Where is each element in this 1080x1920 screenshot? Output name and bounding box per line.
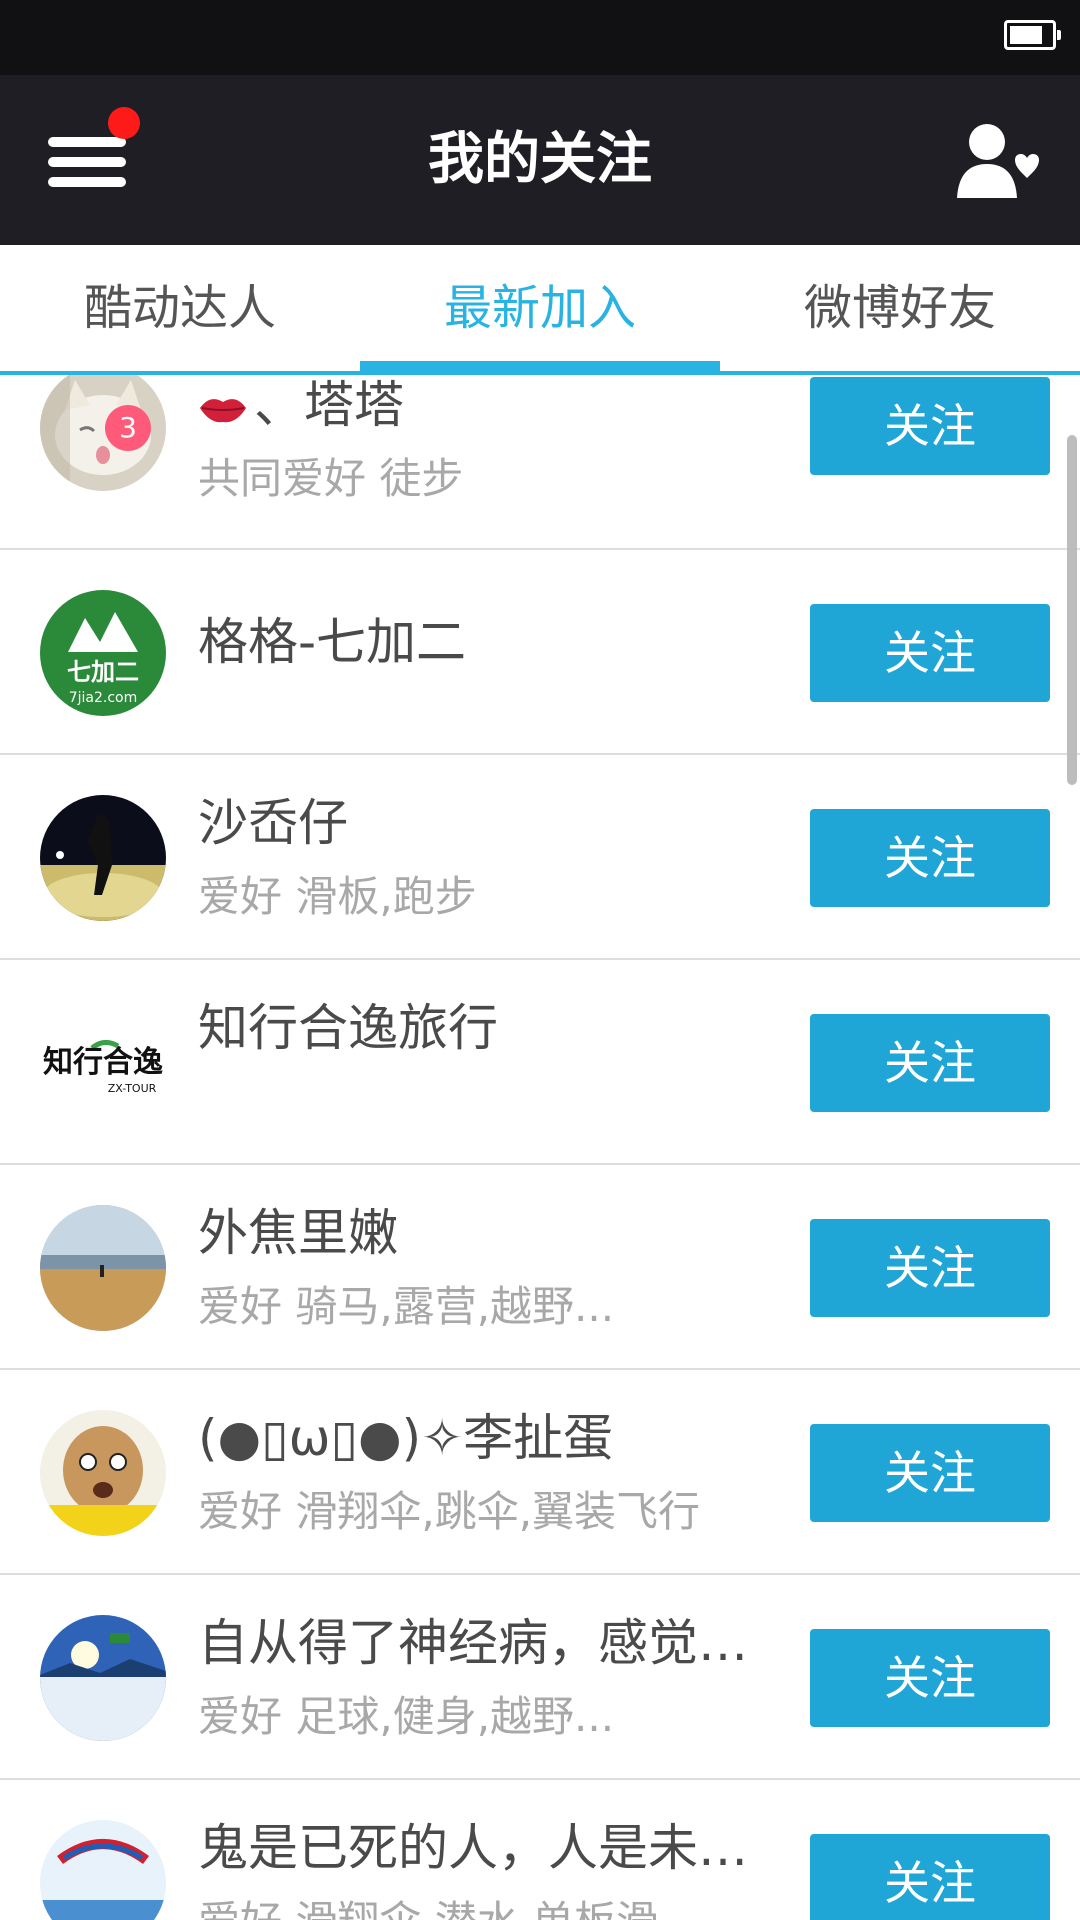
list-item[interactable]: 知行合逸 ZX-TOUR 知行合逸旅行 关注	[0, 960, 1080, 1165]
user-name: 、塔塔	[198, 375, 798, 437]
tab-newest[interactable]: 最新加入	[360, 245, 720, 371]
avatar[interactable]	[40, 1615, 166, 1741]
list-item[interactable]: 自从得了神经病，感觉… 爱好 足球,健身,越野... 关注	[0, 1575, 1080, 1780]
avatar[interactable]	[40, 1205, 166, 1331]
battery-icon	[1004, 20, 1061, 50]
user-name: 外焦里嫩	[198, 1204, 398, 1262]
user-name: 自从得了神经病，感觉…	[198, 1614, 748, 1672]
user-hobby: 爱好 滑板,跑步	[198, 872, 477, 921]
user-list[interactable]: 、塔塔 共同爱好 徒步 关注 七加二 7jia2.com 格格-七加二 关注 沙…	[0, 375, 1080, 1920]
avatar[interactable]	[40, 795, 166, 921]
app-bar: 我的关注	[0, 75, 1080, 245]
page-title: 我的关注	[428, 127, 652, 192]
list-item[interactable]: 沙岙仔 爱好 滑板,跑步 关注	[0, 755, 1080, 960]
follow-button[interactable]: 关注	[810, 1834, 1050, 1920]
user-hobby: 爱好 滑翔伞,跳伞,翼装飞行	[198, 1487, 701, 1536]
user-name: 沙岙仔	[198, 794, 348, 852]
user-name: 鬼是已死的人，人是未…	[198, 1819, 748, 1877]
follow-button[interactable]: 关注	[810, 604, 1050, 702]
add-friend-icon[interactable]	[955, 120, 1040, 200]
active-tab-indicator	[360, 361, 720, 375]
follow-button[interactable]: 关注	[810, 1629, 1050, 1727]
user-name: 格格-七加二	[198, 613, 467, 671]
user-name: 知行合逸旅行	[198, 999, 498, 1057]
follow-button[interactable]: 关注	[810, 1014, 1050, 1112]
tab-bar: 酷动达人 最新加入 微博好友	[0, 245, 1080, 375]
list-item[interactable]: 七加二 7jia2.com 格格-七加二 关注	[0, 550, 1080, 755]
user-name: (●▯ω▯●)✧李扯蛋	[198, 1409, 614, 1467]
list-item[interactable]: 鬼是已死的人，人是未… 爱好 滑翔伞,潜水,单板滑 关注	[0, 1780, 1080, 1920]
message-count-badge: 3	[105, 405, 151, 451]
scrollbar[interactable]	[1067, 435, 1077, 785]
avatar[interactable]	[40, 1820, 166, 1920]
svg-text:ZX-TOUR: ZX-TOUR	[108, 1082, 157, 1095]
svg-text:七加二: 七加二	[67, 658, 139, 686]
tab-experts[interactable]: 酷动达人	[0, 245, 360, 371]
user-hobby: 爱好 骑马,露营,越野...	[198, 1282, 615, 1331]
list-item[interactable]: (●▯ω▯●)✧李扯蛋 爱好 滑翔伞,跳伞,翼装飞行 关注	[0, 1370, 1080, 1575]
avatar[interactable]: 七加二 7jia2.com	[40, 590, 166, 716]
list-item[interactable]: 外焦里嫩 爱好 骑马,露营,越野... 关注	[0, 1165, 1080, 1370]
list-item[interactable]: 、塔塔 共同爱好 徒步 关注	[0, 375, 1080, 550]
svg-text:7jia2.com: 7jia2.com	[69, 690, 138, 706]
follow-button[interactable]: 关注	[810, 377, 1050, 475]
follow-button[interactable]: 关注	[810, 809, 1050, 907]
tab-weibo-friends[interactable]: 微博好友	[720, 245, 1080, 371]
avatar[interactable]	[40, 1410, 166, 1536]
user-hobby: 爱好 滑翔伞,潜水,单板滑	[198, 1888, 798, 1920]
status-bar	[0, 0, 1080, 75]
avatar[interactable]: 知行合逸 ZX-TOUR	[40, 1000, 166, 1126]
lips-icon	[200, 398, 246, 422]
user-hobby: 爱好 足球,健身,越野...	[198, 1692, 615, 1741]
follow-button[interactable]: 关注	[810, 1219, 1050, 1317]
follow-button[interactable]: 关注	[810, 1424, 1050, 1522]
user-hobby: 共同爱好 徒步	[198, 454, 464, 503]
svg-text:知行合逸: 知行合逸	[43, 1045, 163, 1080]
